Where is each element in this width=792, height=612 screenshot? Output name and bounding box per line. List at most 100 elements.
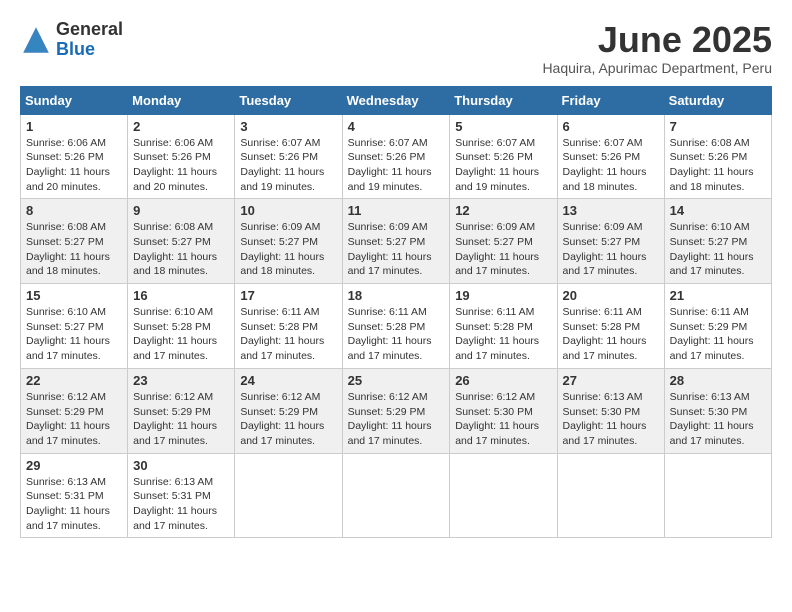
day-info: Sunrise: 6:07 AM Sunset: 5:26 PM Dayligh… xyxy=(563,136,659,195)
weekday-header-sunday: Sunday xyxy=(21,86,128,114)
day-info: Sunrise: 6:13 AM Sunset: 5:31 PM Dayligh… xyxy=(26,475,122,534)
calendar-cell: 12Sunrise: 6:09 AM Sunset: 5:27 PM Dayli… xyxy=(450,199,557,284)
day-info: Sunrise: 6:06 AM Sunset: 5:26 PM Dayligh… xyxy=(133,136,229,195)
day-info: Sunrise: 6:12 AM Sunset: 5:29 PM Dayligh… xyxy=(26,390,122,449)
logo-icon xyxy=(20,24,52,56)
day-info: Sunrise: 6:13 AM Sunset: 5:30 PM Dayligh… xyxy=(670,390,766,449)
day-number: 26 xyxy=(455,373,551,388)
page-header: General Blue June 2025 Haquira, Apurimac… xyxy=(20,20,772,76)
day-info: Sunrise: 6:07 AM Sunset: 5:26 PM Dayligh… xyxy=(455,136,551,195)
day-number: 5 xyxy=(455,119,551,134)
logo: General Blue xyxy=(20,20,123,60)
day-info: Sunrise: 6:10 AM Sunset: 5:27 PM Dayligh… xyxy=(26,305,122,364)
calendar-cell: 18Sunrise: 6:11 AM Sunset: 5:28 PM Dayli… xyxy=(342,284,450,369)
calendar-cell: 16 Sunrise: 6:10 AM Sunset: 5:28 PM Dayli… xyxy=(128,284,235,369)
day-number: 21 xyxy=(670,288,766,303)
calendar-cell: 6Sunrise: 6:07 AM Sunset: 5:26 PM Daylig… xyxy=(557,114,664,199)
day-info: Sunrise: 6:06 AM Sunset: 5:26 PM Dayligh… xyxy=(26,136,122,195)
calendar-cell: 13Sunrise: 6:09 AM Sunset: 5:27 PM Dayli… xyxy=(557,199,664,284)
day-number: 29 xyxy=(26,458,122,473)
calendar-week-row: 8 Sunrise: 6:08 AM Sunset: 5:27 PM Daylig… xyxy=(21,199,772,284)
day-number: 17 xyxy=(240,288,336,303)
calendar-week-row: 22 Sunrise: 6:12 AM Sunset: 5:29 PM Dayli… xyxy=(21,368,772,453)
day-info: Sunrise: 6:12 AM Sunset: 5:30 PM Dayligh… xyxy=(455,390,551,449)
day-info: Sunrise: 6:08 AM Sunset: 5:26 PM Dayligh… xyxy=(670,136,766,195)
day-info: Sunrise: 6:10 AM Sunset: 5:27 PM Dayligh… xyxy=(670,220,766,279)
weekday-header-saturday: Saturday xyxy=(664,86,771,114)
day-number: 9 xyxy=(133,203,229,218)
day-info: Sunrise: 6:11 AM Sunset: 5:28 PM Dayligh… xyxy=(240,305,336,364)
day-info: Sunrise: 6:09 AM Sunset: 5:27 PM Dayligh… xyxy=(240,220,336,279)
day-number: 16 xyxy=(133,288,229,303)
day-number: 24 xyxy=(240,373,336,388)
calendar-cell: 2 Sunrise: 6:06 AM Sunset: 5:26 PM Daylig… xyxy=(128,114,235,199)
day-info: Sunrise: 6:12 AM Sunset: 5:29 PM Dayligh… xyxy=(240,390,336,449)
day-info: Sunrise: 6:07 AM Sunset: 5:26 PM Dayligh… xyxy=(348,136,445,195)
calendar-cell: 4Sunrise: 6:07 AM Sunset: 5:26 PM Daylig… xyxy=(342,114,450,199)
calendar-cell: 20 Sunrise: 6:11 AM Sunset: 5:28 PM Dayli… xyxy=(557,284,664,369)
day-number: 14 xyxy=(670,203,766,218)
day-number: 30 xyxy=(133,458,229,473)
day-info: Sunrise: 6:09 AM Sunset: 5:27 PM Dayligh… xyxy=(563,220,659,279)
calendar-cell: 29 Sunrise: 6:13 AM Sunset: 5:31 PM Dayli… xyxy=(21,453,128,538)
calendar-cell: 14 Sunrise: 6:10 AM Sunset: 5:27 PM Dayli… xyxy=(664,199,771,284)
calendar-cell: 15 Sunrise: 6:10 AM Sunset: 5:27 PM Dayli… xyxy=(21,284,128,369)
day-number: 2 xyxy=(133,119,229,134)
calendar-cell: 21 Sunrise: 6:11 AM Sunset: 5:29 PM Dayli… xyxy=(664,284,771,369)
day-info: Sunrise: 6:08 AM Sunset: 5:27 PM Dayligh… xyxy=(26,220,122,279)
calendar-week-row: 29 Sunrise: 6:13 AM Sunset: 5:31 PM Dayli… xyxy=(21,453,772,538)
calendar-table: SundayMondayTuesdayWednesdayThursdayFrid… xyxy=(20,86,772,539)
day-info: Sunrise: 6:11 AM Sunset: 5:28 PM Dayligh… xyxy=(455,305,551,364)
day-number: 28 xyxy=(670,373,766,388)
calendar-cell xyxy=(342,453,450,538)
calendar-cell: 8 Sunrise: 6:08 AM Sunset: 5:27 PM Daylig… xyxy=(21,199,128,284)
weekday-header-tuesday: Tuesday xyxy=(235,86,342,114)
day-info: Sunrise: 6:11 AM Sunset: 5:28 PM Dayligh… xyxy=(348,305,445,364)
day-info: Sunrise: 6:07 AM Sunset: 5:26 PM Dayligh… xyxy=(240,136,336,195)
calendar-cell: 26 Sunrise: 6:12 AM Sunset: 5:30 PM Dayli… xyxy=(450,368,557,453)
calendar-cell: 27Sunrise: 6:13 AM Sunset: 5:30 PM Dayli… xyxy=(557,368,664,453)
day-number: 25 xyxy=(348,373,445,388)
calendar-cell: 10 Sunrise: 6:09 AM Sunset: 5:27 PM Dayli… xyxy=(235,199,342,284)
day-number: 20 xyxy=(563,288,659,303)
logo-text: General Blue xyxy=(56,20,123,60)
weekday-header-monday: Monday xyxy=(128,86,235,114)
day-number: 7 xyxy=(670,119,766,134)
calendar-cell xyxy=(557,453,664,538)
day-info: Sunrise: 6:11 AM Sunset: 5:29 PM Dayligh… xyxy=(670,305,766,364)
location-subtitle: Haquira, Apurimac Department, Peru xyxy=(542,60,772,76)
day-number: 15 xyxy=(26,288,122,303)
day-info: Sunrise: 6:11 AM Sunset: 5:28 PM Dayligh… xyxy=(563,305,659,364)
calendar-cell: 25Sunrise: 6:12 AM Sunset: 5:29 PM Dayli… xyxy=(342,368,450,453)
day-info: Sunrise: 6:13 AM Sunset: 5:30 PM Dayligh… xyxy=(563,390,659,449)
day-number: 8 xyxy=(26,203,122,218)
calendar-cell: 7 Sunrise: 6:08 AM Sunset: 5:26 PM Daylig… xyxy=(664,114,771,199)
calendar-cell: 1 Sunrise: 6:06 AM Sunset: 5:26 PM Daylig… xyxy=(21,114,128,199)
logo-blue: Blue xyxy=(56,39,95,59)
calendar-cell: 24 Sunrise: 6:12 AM Sunset: 5:29 PM Dayli… xyxy=(235,368,342,453)
calendar-cell: 5 Sunrise: 6:07 AM Sunset: 5:26 PM Daylig… xyxy=(450,114,557,199)
calendar-week-row: 1 Sunrise: 6:06 AM Sunset: 5:26 PM Daylig… xyxy=(21,114,772,199)
day-info: Sunrise: 6:10 AM Sunset: 5:28 PM Dayligh… xyxy=(133,305,229,364)
calendar-cell: 23Sunrise: 6:12 AM Sunset: 5:29 PM Dayli… xyxy=(128,368,235,453)
calendar-cell: 28 Sunrise: 6:13 AM Sunset: 5:30 PM Dayli… xyxy=(664,368,771,453)
day-info: Sunrise: 6:08 AM Sunset: 5:27 PM Dayligh… xyxy=(133,220,229,279)
day-number: 10 xyxy=(240,203,336,218)
calendar-cell: 11 Sunrise: 6:09 AM Sunset: 5:27 PM Dayli… xyxy=(342,199,450,284)
day-number: 12 xyxy=(455,203,551,218)
day-number: 11 xyxy=(348,203,445,218)
day-number: 22 xyxy=(26,373,122,388)
logo-general: General xyxy=(56,19,123,39)
calendar-cell xyxy=(450,453,557,538)
weekday-header-wednesday: Wednesday xyxy=(342,86,450,114)
calendar-cell xyxy=(664,453,771,538)
day-info: Sunrise: 6:12 AM Sunset: 5:29 PM Dayligh… xyxy=(133,390,229,449)
day-number: 19 xyxy=(455,288,551,303)
day-number: 1 xyxy=(26,119,122,134)
calendar-cell: 30Sunrise: 6:13 AM Sunset: 5:31 PM Dayli… xyxy=(128,453,235,538)
weekday-header-friday: Friday xyxy=(557,86,664,114)
month-title: June 2025 xyxy=(542,20,772,60)
day-info: Sunrise: 6:09 AM Sunset: 5:27 PM Dayligh… xyxy=(348,220,445,279)
calendar-cell: 3Sunrise: 6:07 AM Sunset: 5:26 PM Daylig… xyxy=(235,114,342,199)
calendar-cell: 17 Sunrise: 6:11 AM Sunset: 5:28 PM Dayli… xyxy=(235,284,342,369)
